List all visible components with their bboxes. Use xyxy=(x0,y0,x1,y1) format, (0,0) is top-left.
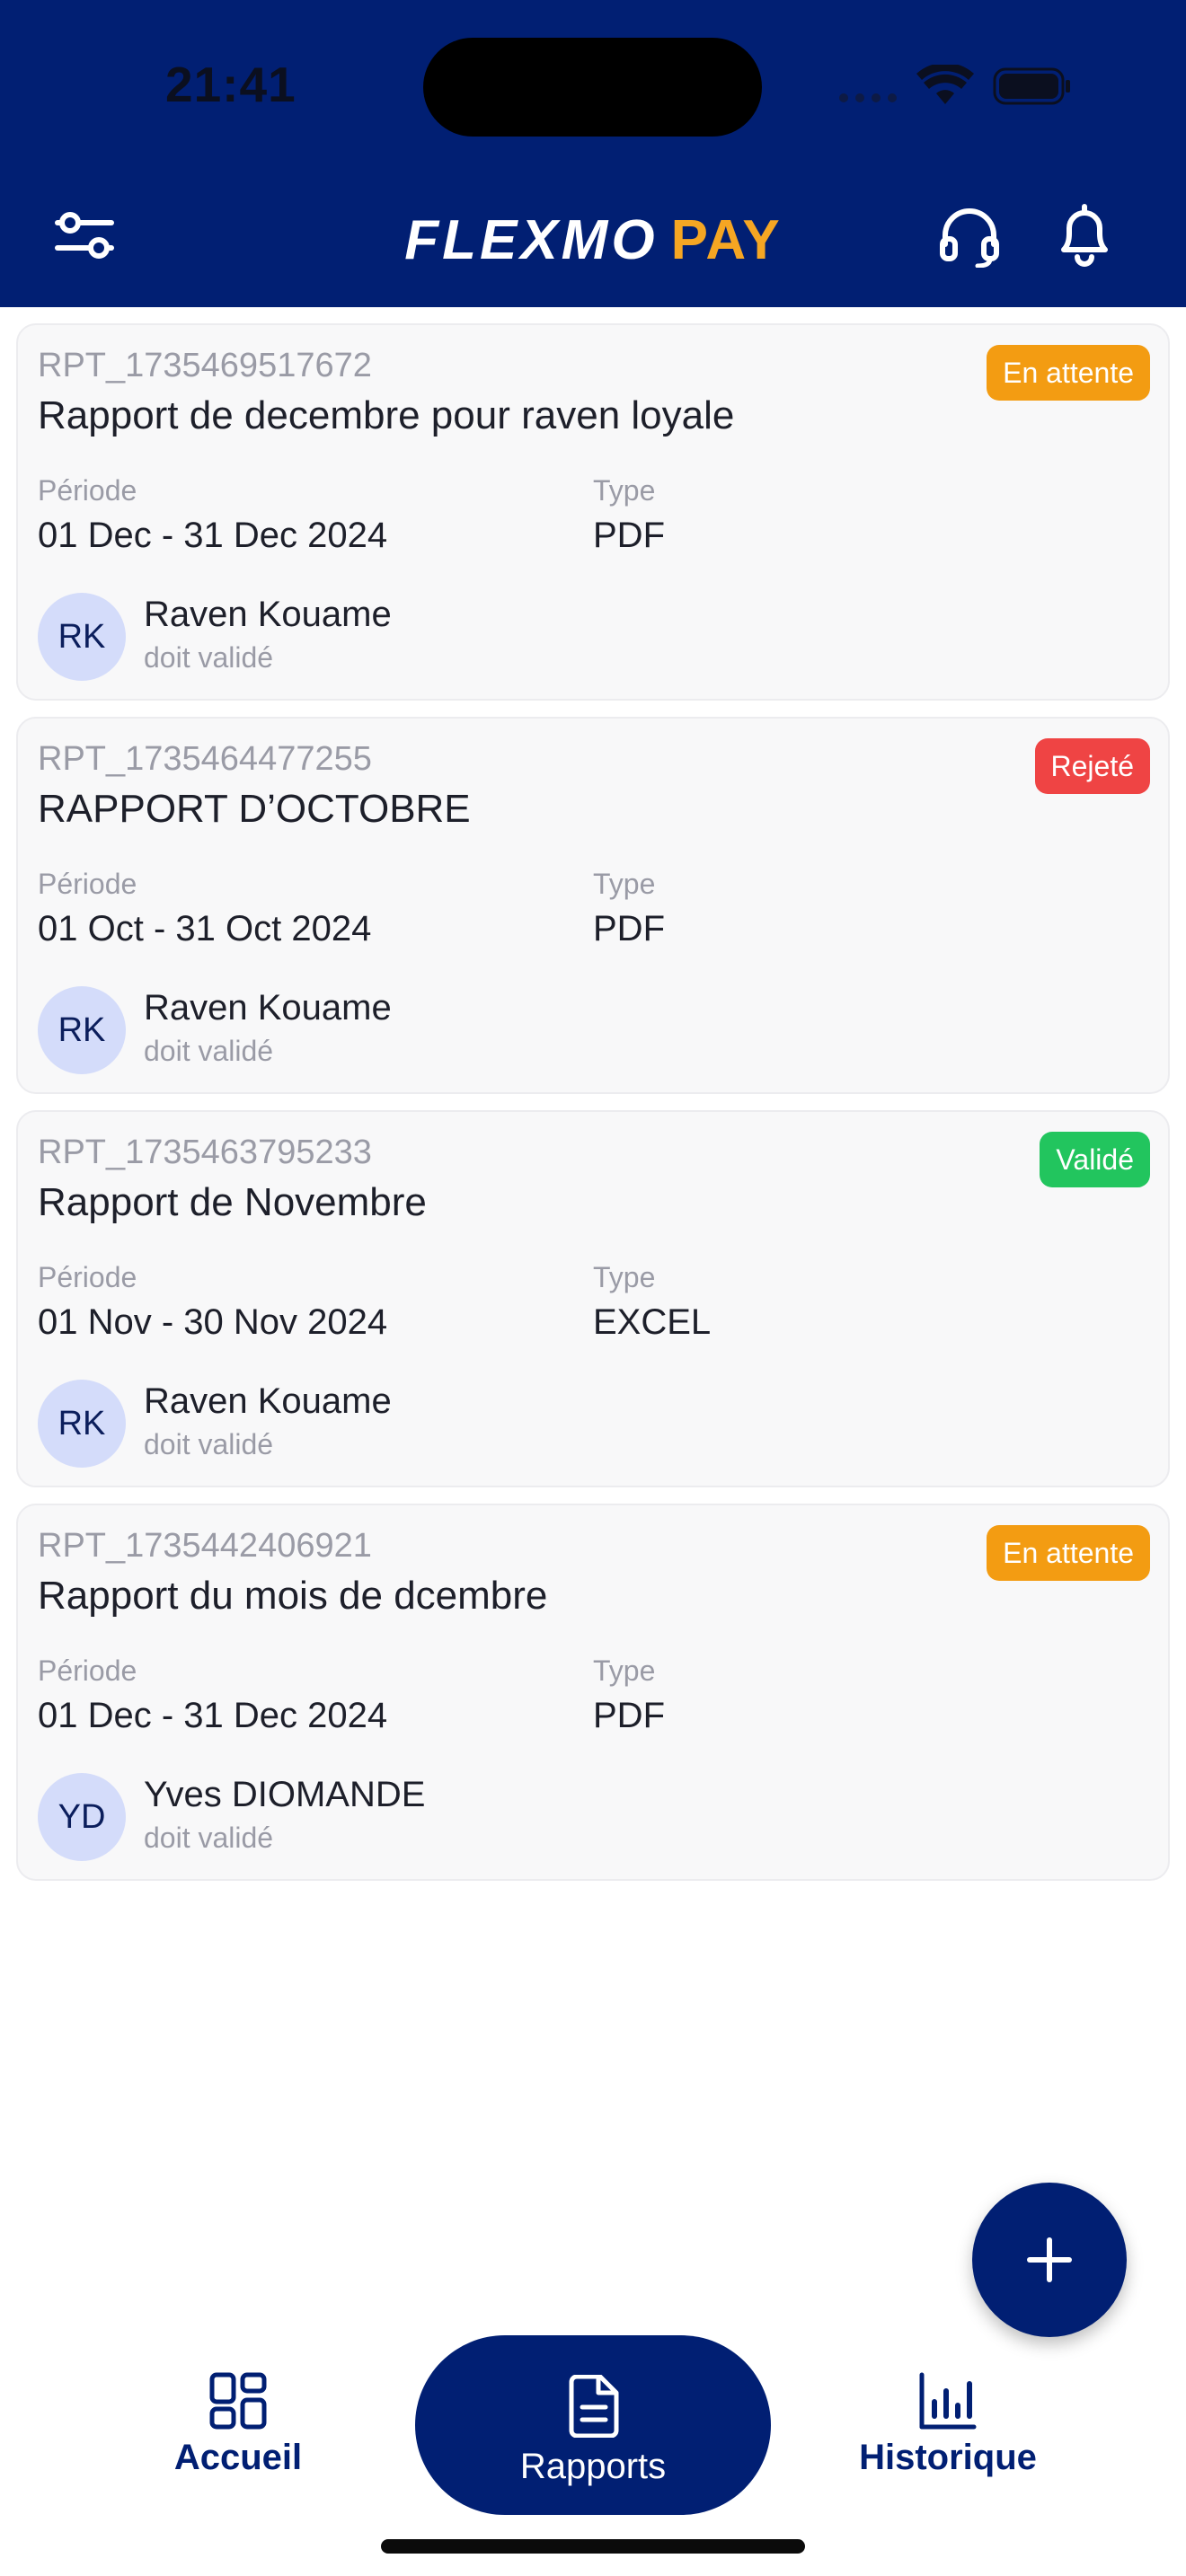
bell-icon[interactable] xyxy=(1053,203,1116,268)
nav-home-label: Accueil xyxy=(173,2438,303,2477)
report-card[interactable]: RPT_1735469517672 Rapport de decembre po… xyxy=(16,323,1170,701)
avatar: RK xyxy=(38,986,126,1074)
headset-icon[interactable] xyxy=(938,205,1001,268)
home-indicator xyxy=(381,2539,805,2554)
document-icon xyxy=(569,2375,619,2438)
avatar: RK xyxy=(38,1380,126,1468)
nav-reports-label: Rapports xyxy=(519,2447,667,2486)
report-id: RPT_1735469517672 xyxy=(38,347,372,384)
report-title: Rapport du mois de dcembre xyxy=(38,1574,548,1618)
user-status: doit validé xyxy=(144,641,274,674)
bar-chart-icon xyxy=(919,2372,977,2430)
report-card[interactable]: RPT_1735442406921 Rapport du mois de dce… xyxy=(16,1504,1170,1881)
logo-main: FLEXMO xyxy=(404,209,659,271)
user-status: doit validé xyxy=(144,1822,274,1854)
report-title: Rapport de Novembre xyxy=(38,1180,427,1224)
nav-home[interactable]: Accueil xyxy=(153,2371,323,2478)
app-header: 21:41 FLEXMO PAY xyxy=(0,0,1186,307)
dynamic-island xyxy=(423,38,762,137)
nav-history[interactable]: Historique xyxy=(836,2371,1060,2478)
period-value: 01 Oct - 31 Oct 2024 xyxy=(38,909,372,948)
type-value: PDF xyxy=(593,516,665,555)
user-name: Raven Kouame xyxy=(144,595,392,634)
avatar: RK xyxy=(38,593,126,681)
period-value: 01 Nov - 30 Nov 2024 xyxy=(38,1302,388,1342)
period-value: 01 Dec - 31 Dec 2024 xyxy=(38,1696,388,1735)
user-name: Yves DIOMANDE xyxy=(144,1775,426,1814)
type-label: Type xyxy=(593,868,656,900)
logo-accent: PAY xyxy=(670,209,782,271)
type-value: PDF xyxy=(593,1696,665,1735)
type-label: Type xyxy=(593,474,656,507)
period-label: Période xyxy=(38,868,137,900)
period-label: Période xyxy=(38,1654,137,1687)
report-id: RPT_1735442406921 xyxy=(38,1527,372,1565)
avatar: YD xyxy=(38,1773,126,1861)
user-name: Raven Kouame xyxy=(144,988,392,1028)
report-list: RPT_1735469517672 Rapport de decembre po… xyxy=(16,323,1170,1897)
app-logo: FLEXMO PAY xyxy=(0,208,1186,272)
user-status: doit validé xyxy=(144,1428,274,1460)
report-id: RPT_1735463795233 xyxy=(38,1134,372,1171)
nav-history-label: Historique xyxy=(859,2438,1037,2477)
period-label: Période xyxy=(38,1261,137,1293)
signal-icon xyxy=(839,93,897,102)
status-badge: Validé xyxy=(1040,1132,1150,1187)
status-badge: En attente xyxy=(987,1525,1150,1581)
report-card[interactable]: RPT_1735464477255 RAPPORT D’OCTOBRE Reje… xyxy=(16,717,1170,1094)
plus-icon xyxy=(1027,2237,1072,2282)
status-time: 21:41 xyxy=(165,57,296,112)
status-badge: Rejeté xyxy=(1034,738,1150,794)
status-badge: En attente xyxy=(987,345,1150,401)
period-value: 01 Dec - 31 Dec 2024 xyxy=(38,516,388,555)
user-status: doit validé xyxy=(144,1035,274,1067)
report-card[interactable]: RPT_1735463795233 Rapport de Novembre Va… xyxy=(16,1110,1170,1487)
report-id: RPT_1735464477255 xyxy=(38,740,372,778)
report-title: RAPPORT D’OCTOBRE xyxy=(38,787,471,831)
battery-icon xyxy=(993,67,1070,105)
user-name: Raven Kouame xyxy=(144,1381,392,1421)
type-value: EXCEL xyxy=(593,1302,712,1342)
period-label: Période xyxy=(38,474,137,507)
report-title: Rapport de decembre pour raven loyale xyxy=(38,393,735,437)
nav-reports[interactable]: Rapports xyxy=(415,2335,771,2515)
grid-icon xyxy=(209,2372,267,2430)
type-label: Type xyxy=(593,1654,656,1687)
wifi-icon xyxy=(916,65,974,104)
type-label: Type xyxy=(593,1261,656,1293)
add-report-button[interactable] xyxy=(972,2183,1127,2337)
type-value: PDF xyxy=(593,909,665,948)
